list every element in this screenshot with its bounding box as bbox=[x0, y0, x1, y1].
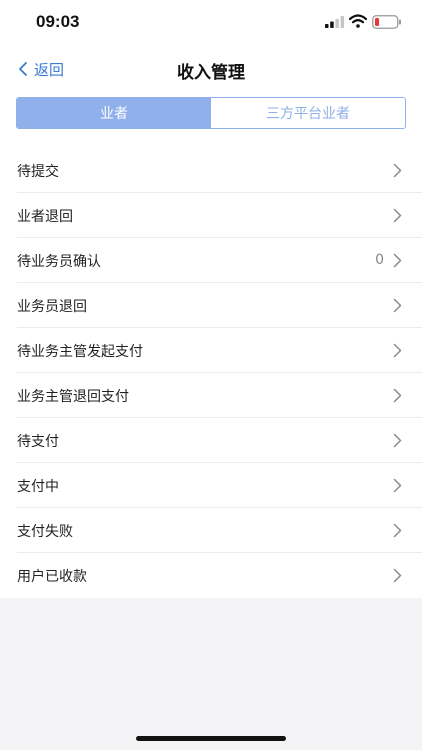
list-item[interactable]: 用户已收款 bbox=[0, 553, 422, 598]
list-item[interactable]: 业务主管退回支付 bbox=[0, 373, 422, 418]
chevron-right-icon bbox=[393, 388, 402, 403]
list-item-label: 业务员退回 bbox=[17, 298, 87, 315]
tab-operator[interactable]: 业者 bbox=[17, 98, 211, 128]
list-item[interactable]: 待提交 bbox=[0, 148, 422, 193]
chevron-right-icon bbox=[393, 523, 402, 538]
chevron-right-icon bbox=[393, 478, 402, 493]
list-item[interactable]: 业务员退回 bbox=[0, 283, 422, 328]
segment-container: 业者 三方平台业者 bbox=[0, 92, 422, 148]
screen: 09:03 返回 收入管理 业者 三方平台业者 待提交 业者退回 待业务员确认 … bbox=[0, 0, 422, 750]
list-item-label: 用户已收款 bbox=[17, 568, 87, 585]
battery-icon bbox=[372, 15, 401, 29]
chevron-right-icon bbox=[393, 163, 402, 178]
status-bar: 09:03 bbox=[0, 0, 422, 46]
chevron-right-icon bbox=[393, 298, 402, 313]
cellular-signal-icon bbox=[325, 16, 345, 28]
navigation-bar: 返回 收入管理 bbox=[0, 46, 422, 92]
list-item[interactable]: 支付失败 bbox=[0, 508, 422, 553]
list-item-count: 0 bbox=[375, 252, 384, 268]
home-indicator bbox=[136, 736, 286, 741]
list-item[interactable]: 待业务主管发起支付 bbox=[0, 328, 422, 373]
list-item[interactable]: 业者退回 bbox=[0, 193, 422, 238]
list-item[interactable]: 支付中 bbox=[0, 463, 422, 508]
status-list: 待提交业者退回待业务员确认 0 业务员退回待业务主管发起支付 业务主管退回支付 待支付支… bbox=[0, 148, 422, 598]
chevron-right-icon bbox=[393, 343, 402, 358]
wifi-icon bbox=[349, 14, 367, 28]
list-item-label: 待业务员确认 bbox=[17, 253, 101, 270]
list-item-label: 业务主管退回支付 bbox=[17, 388, 129, 405]
segmented-control: 业者 三方平台业者 bbox=[16, 97, 406, 129]
list-item-label: 待业务主管发起支付 bbox=[17, 343, 143, 360]
page-title: 收入管理 bbox=[177, 63, 245, 83]
list-item-label: 支付中 bbox=[17, 478, 59, 495]
chevron-right-icon bbox=[393, 208, 402, 223]
list-item[interactable]: 待业务员确认 0 bbox=[0, 238, 422, 283]
status-time: 09:03 bbox=[36, 12, 80, 31]
list-item-label: 支付失败 bbox=[17, 523, 73, 540]
chevron-right-icon bbox=[393, 253, 402, 268]
list-item-label: 待支付 bbox=[17, 433, 59, 450]
list-item[interactable]: 待支付 bbox=[0, 418, 422, 463]
tab-third-party-operator[interactable]: 三方平台业者 bbox=[211, 98, 405, 128]
chevron-right-icon bbox=[393, 433, 402, 448]
chevron-right-icon bbox=[393, 568, 402, 583]
list-item-label: 业者退回 bbox=[17, 208, 73, 225]
list-item-label: 待提交 bbox=[17, 163, 59, 180]
